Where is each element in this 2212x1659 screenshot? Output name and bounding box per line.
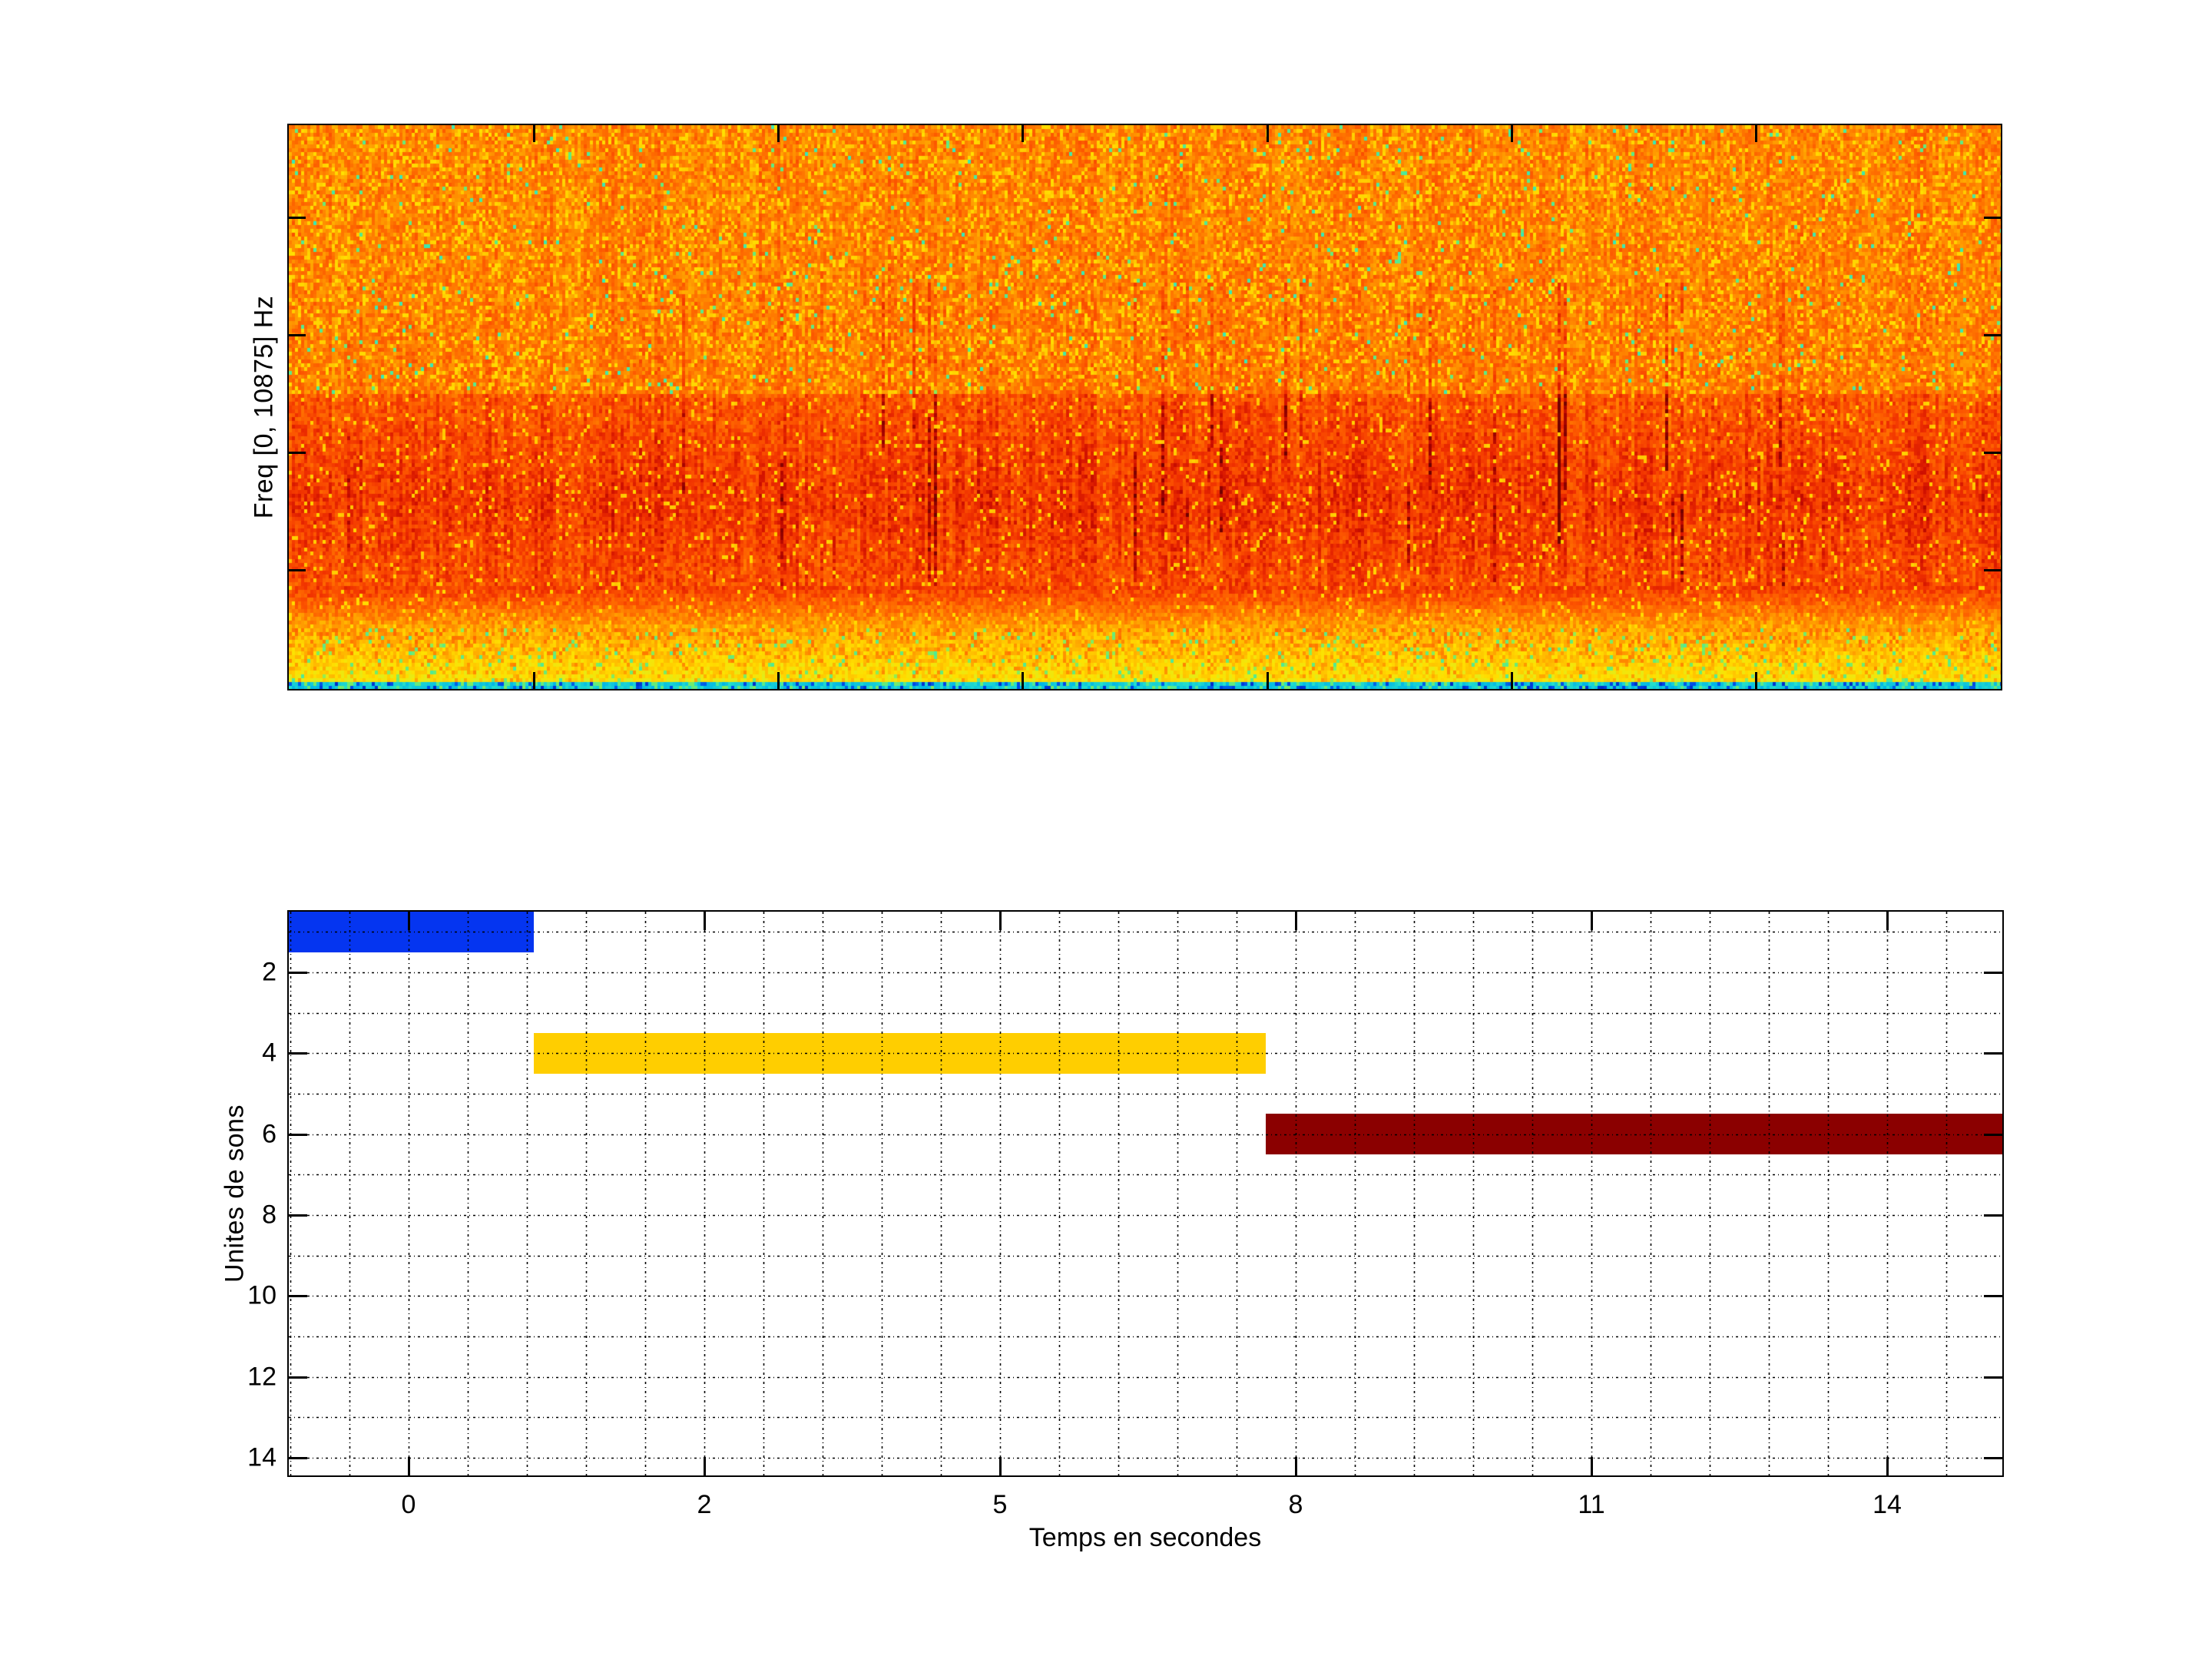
gantt-y-axis-label: Unites de sons bbox=[220, 1104, 250, 1283]
gantt-bar-3 bbox=[1266, 1114, 2002, 1154]
gantt-x-tick-label: 5 bbox=[993, 1490, 1008, 1520]
spectrogram-axes bbox=[287, 124, 2002, 690]
gantt-x-tick-label: 11 bbox=[1578, 1490, 1604, 1520]
gantt-axes bbox=[287, 910, 2004, 1477]
gantt-x-tick-label: 14 bbox=[1873, 1490, 1902, 1520]
gantt-y-tick-label: 4 bbox=[262, 1038, 276, 1068]
gantt-y-tick-label: 12 bbox=[247, 1362, 276, 1392]
gantt-y-tick-label: 6 bbox=[262, 1119, 276, 1149]
gantt-y-tick-label: 8 bbox=[262, 1200, 276, 1230]
gantt-y-tick-label: 10 bbox=[247, 1281, 276, 1311]
spectrogram-y-axis-label: Freq [0, 10875] Hz bbox=[250, 296, 280, 519]
gantt-x-tick-label: 2 bbox=[697, 1490, 712, 1520]
matlab-figure: { "figure": { "background": "#ffffff", "… bbox=[0, 0, 2212, 1659]
gantt-y-tick-label: 14 bbox=[247, 1443, 276, 1473]
gantt-x-axis-label: Temps en secondes bbox=[1029, 1523, 1261, 1553]
spectrogram-image bbox=[289, 125, 2001, 689]
gantt-bar-2 bbox=[534, 1033, 1266, 1074]
gantt-x-tick-label: 0 bbox=[402, 1490, 416, 1520]
gantt-y-tick-label: 2 bbox=[262, 958, 276, 988]
gantt-bar-1 bbox=[289, 912, 534, 952]
gantt-x-tick-label: 8 bbox=[1289, 1490, 1303, 1520]
gantt-grid-and-ticks bbox=[289, 912, 2002, 1475]
